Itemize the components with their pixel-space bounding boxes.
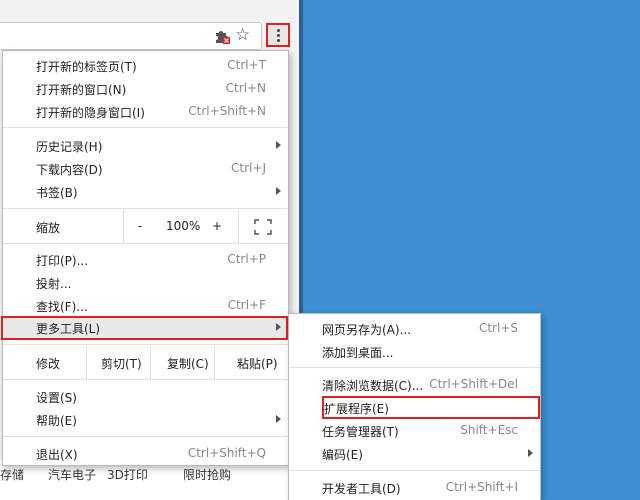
paste-label: 粘贴(P): [237, 357, 278, 371]
puzzle-icon[interactable]: [214, 28, 230, 44]
submenu-item-clear-data[interactable]: 清除浏览数据(C)... Ctrl+Shift+Del: [289, 373, 540, 396]
page-bottom-links: 存储 汽车电子 3D打印 限时抢购: [0, 460, 299, 500]
menu-item-label: 打开新的标签页(T): [36, 60, 137, 74]
menu-item-label: 更多工具(L): [36, 322, 101, 336]
menu-item-label: 扩展程序(E): [324, 402, 389, 416]
chevron-right-icon: [276, 415, 281, 423]
chevron-right-icon: [276, 187, 281, 195]
chevron-right-icon: [276, 141, 281, 149]
menu-item-settings[interactable]: 设置(S): [3, 385, 288, 408]
menu-item-label: 打印(P)...: [36, 254, 89, 268]
zoom-row: 缩放 - 100% +: [3, 210, 288, 243]
zoom-level: 100%: [166, 219, 201, 233]
menu-item-downloads[interactable]: 下载内容(D) Ctrl+J: [3, 157, 288, 180]
menu-item-shortcut: Ctrl+T: [227, 58, 266, 72]
menu-item-history[interactable]: 历史记录(H): [3, 134, 288, 157]
zoom-out-button[interactable]: -: [138, 219, 142, 233]
page-link[interactable]: 汽车电子: [48, 466, 96, 483]
submenu-item-devtools[interactable]: 开发者工具(D) Ctrl+Shift+I: [289, 476, 540, 499]
menu-item-shortcut: Ctrl+J: [231, 161, 266, 175]
menu-item-label: 下载内容(D): [36, 163, 103, 177]
menu-item-print[interactable]: 打印(P)... Ctrl+P: [3, 248, 288, 271]
menu-item-label: 开发者工具(D): [322, 482, 401, 496]
chevron-right-icon: [276, 323, 281, 331]
menu-item-exit[interactable]: 退出(X) Ctrl+Shift+Q: [3, 442, 288, 465]
menu-item-label: 任务管理器(T): [322, 425, 399, 439]
edit-row: 修改 剪切(T) 复制(C) 粘贴(P): [3, 346, 288, 379]
cut-button[interactable]: 剪切(T): [86, 346, 151, 379]
more-tools-submenu: 网页另存为(A)... Ctrl+S 添加到桌面... 清除浏览数据(C)...…: [288, 313, 541, 500]
menu-item-shortcut: Ctrl+Shift+Q: [187, 446, 266, 460]
copy-button[interactable]: 复制(C): [150, 346, 215, 379]
menu-item-label: 书签(B): [36, 186, 78, 200]
kebab-menu-icon[interactable]: [266, 23, 290, 47]
page-link[interactable]: 存储: [0, 466, 24, 483]
menu-separator: [3, 243, 288, 244]
menu-separator: [289, 470, 540, 471]
menu-item-new-window[interactable]: 打开新的窗口(N) Ctrl+N: [3, 77, 288, 100]
chevron-right-icon: [528, 449, 533, 457]
page-link[interactable]: 限时抢购: [183, 466, 231, 483]
submenu-item-extensions[interactable]: 扩展程序(E): [322, 396, 540, 419]
menu-separator: [3, 344, 288, 345]
star-icon[interactable]: ☆: [235, 25, 250, 45]
edit-label: 修改: [36, 357, 61, 371]
zoom-in-button[interactable]: +: [212, 219, 222, 233]
menu-item-label: 查找(F)...: [36, 300, 88, 314]
menu-item-label: 网页另存为(A)...: [322, 323, 412, 337]
cut-label: 剪切(T): [101, 357, 142, 371]
zoom-controls: - 100% +: [123, 210, 239, 243]
menu-item-shortcut: Ctrl+S: [478, 321, 518, 335]
browser-main-menu: 打开新的标签页(T) Ctrl+T 打开新的窗口(N) Ctrl+N 打开新的隐…: [1, 50, 289, 466]
menu-separator: [289, 367, 540, 368]
submenu-item-save-page[interactable]: 网页另存为(A)... Ctrl+S: [289, 317, 540, 340]
copy-label: 复制(C): [167, 357, 209, 371]
menu-item-shortcut: Shift+Esc: [460, 423, 518, 437]
submenu-item-encoding[interactable]: 编码(E): [289, 442, 540, 465]
paste-button[interactable]: 粘贴(P): [214, 346, 289, 379]
zoom-label: 缩放: [36, 221, 61, 235]
menu-item-label: 帮助(E): [36, 414, 77, 428]
menu-separator: [3, 436, 288, 437]
menu-item-label: 清除浏览数据(C)...: [322, 379, 424, 393]
menu-item-cast[interactable]: 投射...: [3, 271, 288, 294]
fullscreen-icon[interactable]: [254, 219, 272, 235]
page-link[interactable]: 3D打印: [107, 466, 148, 483]
menu-item-incognito[interactable]: 打开新的隐身窗口(I) Ctrl+Shift+N: [3, 100, 288, 123]
menu-item-label: 打开新的隐身窗口(I): [36, 106, 145, 120]
menu-item-shortcut: Ctrl+Shift+Del: [429, 377, 518, 391]
menu-item-label: 投射...: [36, 277, 72, 291]
menu-item-label: 打开新的窗口(N): [36, 83, 127, 97]
menu-item-more-tools[interactable]: 更多工具(L): [1, 316, 288, 340]
submenu-item-task-manager[interactable]: 任务管理器(T) Shift+Esc: [289, 419, 540, 442]
menu-item-label: 添加到桌面...: [322, 346, 394, 360]
menu-item-label: 设置(S): [36, 391, 77, 405]
menu-item-shortcut: Ctrl+Shift+I: [445, 480, 518, 494]
menu-item-bookmarks[interactable]: 书签(B): [3, 180, 288, 203]
menu-item-label: 编码(E): [322, 448, 363, 462]
menu-item-shortcut: Ctrl+Shift+N: [188, 104, 266, 118]
menu-item-find[interactable]: 查找(F)... Ctrl+F: [3, 294, 288, 317]
menu-item-shortcut: Ctrl+P: [227, 252, 266, 266]
menu-item-new-tab[interactable]: 打开新的标签页(T) Ctrl+T: [3, 54, 288, 77]
menu-item-shortcut: Ctrl+F: [227, 298, 266, 312]
menu-item-label: 历史记录(H): [36, 140, 103, 154]
menu-item-shortcut: Ctrl+N: [225, 81, 266, 95]
submenu-item-add-to-desktop[interactable]: 添加到桌面...: [289, 340, 540, 363]
menu-item-label: 退出(X): [36, 448, 78, 462]
menu-separator: [3, 127, 288, 128]
menu-item-help[interactable]: 帮助(E): [3, 408, 288, 431]
menu-separator: [3, 208, 288, 209]
menu-separator: [3, 379, 288, 380]
